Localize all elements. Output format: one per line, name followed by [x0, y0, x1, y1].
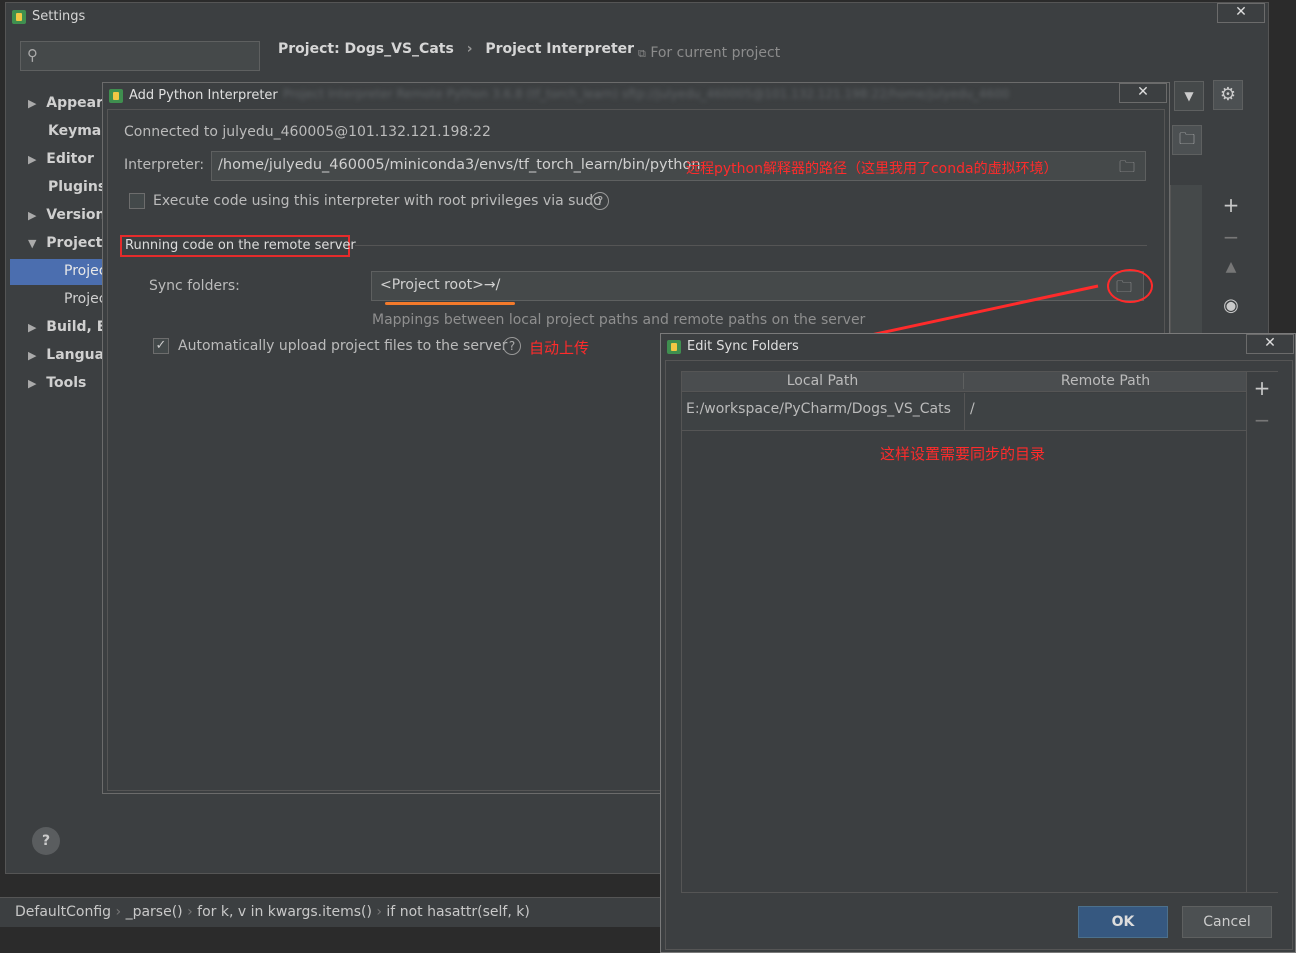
add-mapping-icon[interactable]: + [1250, 376, 1274, 400]
row-local-path[interactable]: E:/workspace/PyCharm/Dogs_VS_Cats [686, 401, 951, 417]
table-row[interactable]: E:/workspace/PyCharm/Dogs_VS_Cats / [682, 393, 1246, 431]
crumb-separator: › [111, 904, 126, 920]
ok-button[interactable]: OK [1078, 906, 1168, 938]
cancel-button[interactable]: Cancel [1182, 906, 1272, 938]
edit-sync-titlebar: Edit Sync Folders ✕ [661, 334, 1295, 358]
remove-mapping-icon[interactable]: − [1250, 408, 1274, 432]
status-breadcrumbs: DefaultConfig › _parse() › for k, v in k… [0, 897, 660, 927]
crumb-separator: › [182, 904, 198, 920]
row-divider [964, 393, 965, 431]
edit-sync-dialog: Edit Sync Folders ✕ Local Path Remote Pa… [660, 333, 1296, 953]
crumb-item[interactable]: _parse() [126, 904, 183, 920]
crumb-item[interactable]: for k, v in kwargs.items() [197, 904, 372, 920]
row-remote-path[interactable]: / [970, 401, 975, 417]
crumb-separator: › [371, 904, 387, 920]
edit-sync-title: Edit Sync Folders [687, 339, 799, 354]
crumb-item[interactable]: DefaultConfig [15, 904, 111, 920]
col-remote-path[interactable]: Remote Path [965, 373, 1246, 389]
col-local-path[interactable]: Local Path [682, 373, 964, 389]
edit-sync-close-button[interactable]: ✕ [1246, 334, 1294, 354]
sync-table: Local Path Remote Path E:/workspace/PyCh… [681, 371, 1278, 893]
table-right-toolbar [1246, 372, 1278, 892]
pycharm-icon [667, 340, 681, 354]
table-header: Local Path Remote Path [682, 372, 1246, 392]
crumb-item[interactable]: if not hasattr(self, k) [386, 904, 529, 920]
crumb-list: DefaultConfig › _parse() › for k, v in k… [15, 904, 530, 920]
sync-annotation: 这样设置需要同步的目录 [880, 445, 1046, 463]
